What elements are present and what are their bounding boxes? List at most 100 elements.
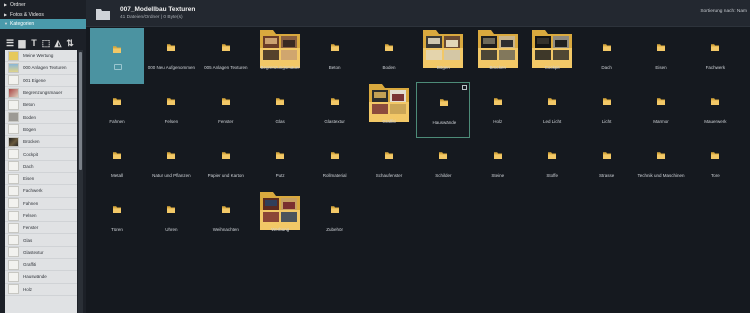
- folder-tile[interactable]: Holz: [471, 82, 525, 138]
- folder-tile[interactable]: Glas: [253, 82, 307, 138]
- folder-icon: [330, 152, 339, 159]
- category-thumbnail: [8, 259, 19, 270]
- folder-icon: [602, 98, 611, 105]
- folder-tile[interactable]: Türen: [90, 190, 144, 246]
- category-item[interactable]: Felsen: [5, 210, 77, 223]
- folder-tile[interactable]: Hauswände: [416, 82, 471, 138]
- folder-icon: [276, 98, 285, 105]
- category-label: Glas: [23, 237, 33, 243]
- preview-icon[interactable]: [114, 64, 122, 70]
- category-item[interactable]: Fachwerk: [5, 185, 77, 198]
- folder-tile[interactable]: Stoffe: [525, 136, 579, 192]
- category-item[interactable]: 000 Anlagen Texturen: [5, 62, 77, 75]
- folder-tile[interactable]: Marmor: [634, 82, 688, 138]
- folder-tile[interactable]: Licht: [580, 82, 634, 138]
- category-toolbar: ☰ ▆ T ⬚ ◭ ⇅: [5, 37, 81, 49]
- app-window: ▶ Ordner ▶ Fotos & Videos ▼ Kategorien ☰ ▆ T ⬚ ◭ ⇅…: [0, 0, 750, 313]
- folder-icon: [385, 152, 393, 159]
- folder-tile[interactable]: Glastextur: [308, 82, 362, 138]
- folder-tile[interactable]: [90, 28, 144, 84]
- category-item[interactable]: Brücken: [5, 136, 77, 149]
- folder-icon: [167, 206, 176, 213]
- folder-tile[interactable]: Metall: [90, 136, 144, 192]
- category-item[interactable]: Bögen: [5, 124, 77, 137]
- category-item[interactable]: Glastextur: [5, 247, 77, 260]
- category-item[interactable]: Boden: [5, 111, 77, 124]
- folder-tile[interactable]: Putz: [253, 136, 307, 192]
- category-label: Bögen: [23, 126, 37, 132]
- category-item[interactable]: Fahnen: [5, 198, 77, 210]
- category-label: Glastextur: [23, 249, 44, 255]
- category-item[interactable]: Cockpit: [5, 148, 77, 161]
- folder-tile[interactable]: Technik und Maschinen: [634, 136, 688, 192]
- sidebar-section-1[interactable]: ▶ Fotos & Videos: [0, 10, 86, 20]
- folder-tile[interactable]: Natur und Pflanzen: [144, 136, 198, 192]
- folder-tile[interactable]: Felsen: [144, 82, 198, 138]
- paint-icon[interactable]: ◭: [53, 38, 63, 48]
- folder-tile[interactable]: Mauerwerk: [688, 82, 742, 138]
- folder-icon: [493, 152, 502, 159]
- folder-tile[interactable]: Cockpit: [525, 28, 579, 84]
- category-item[interactable]: Fenster: [5, 222, 77, 235]
- folder-tile[interactable]: Graffiti: [362, 82, 416, 138]
- folder-tile[interactable]: Boden: [362, 28, 416, 84]
- folder-tile[interactable]: Schaufenster: [362, 136, 416, 192]
- category-thumbnail: [8, 222, 19, 233]
- folder-tile[interactable]: Begrenzungsmauer: [253, 28, 307, 84]
- menu-icon[interactable]: ☰: [5, 38, 15, 48]
- category-scrollbar-thumb[interactable]: [79, 52, 82, 170]
- folder-tile[interactable]: Brücken: [471, 28, 525, 84]
- folder-icon: [440, 99, 449, 106]
- folder-tile[interactable]: Uhren: [144, 190, 198, 246]
- folder-tile[interactable]: Steine: [471, 136, 525, 192]
- folder-tile[interactable]: Papier und Karton: [199, 136, 253, 192]
- folder-tile[interactable]: Beton: [308, 28, 362, 84]
- folder-tile[interactable]: Zubehör: [308, 190, 362, 246]
- folder-tile[interactable]: Fenster: [199, 82, 253, 138]
- folder-tile[interactable]: 000 Neu Aufgenommen: [144, 28, 198, 84]
- category-item[interactable]: Begrenzungsmauer: [5, 87, 77, 100]
- sidebar-section-label: Kategorien: [10, 21, 35, 27]
- select-checkbox[interactable]: [462, 85, 468, 90]
- category-item[interactable]: Graffiti: [5, 259, 77, 272]
- category-item[interactable]: Glas: [5, 234, 77, 247]
- sidebar-section-label: Fotos & Videos: [10, 11, 44, 18]
- category-label: Beton: [23, 102, 35, 108]
- folder-tile[interactable]: Fahnen: [90, 82, 144, 138]
- folder-tile[interactable]: 005 Anlagen Texturen: [199, 28, 253, 84]
- category-label: Fahnen: [23, 200, 39, 206]
- folder-icon: [113, 206, 121, 213]
- text-icon[interactable]: T: [29, 38, 39, 48]
- folder-tile[interactable]: Tore: [688, 136, 742, 192]
- category-item[interactable]: Dach: [5, 161, 77, 173]
- folder-tile[interactable]: Eisen: [634, 28, 688, 84]
- folder-icon: [493, 98, 502, 105]
- folder-tile[interactable]: Strasse: [580, 136, 634, 192]
- sort-dropdown[interactable]: Sortierung nach: Nam: [700, 9, 747, 14]
- folder-tile[interactable]: Schilder: [416, 136, 470, 192]
- category-item[interactable]: Holz: [5, 284, 77, 296]
- sort-icon[interactable]: ⇅: [65, 38, 75, 48]
- category-item[interactable]: Meine Wertung: [5, 50, 77, 63]
- folder-tile[interactable]: Dach: [580, 28, 634, 84]
- category-label: Eisen: [23, 176, 35, 182]
- category-item[interactable]: Eisen: [5, 173, 77, 186]
- folder-icon: [276, 152, 285, 159]
- category-item[interactable]: Beton: [5, 99, 77, 112]
- new-folder-icon[interactable]: ▆: [17, 38, 27, 48]
- category-item[interactable]: 001 Eigene: [5, 75, 77, 87]
- folder-tile[interactable]: Werbung: [253, 190, 307, 246]
- sidebar-section-0[interactable]: ▶ Ordner: [0, 0, 86, 10]
- folder-tile[interactable]: Led Licht: [525, 82, 579, 138]
- tag-icon[interactable]: ⬚: [41, 38, 51, 48]
- folder-tile[interactable]: Weihnachten: [199, 190, 253, 246]
- folder-tile[interactable]: Rollmaterial: [308, 136, 362, 192]
- category-thumbnail: [8, 62, 19, 73]
- category-thumbnail: [8, 136, 19, 147]
- sidebar-section-2[interactable]: ▼ Kategorien: [0, 19, 86, 29]
- category-thumbnail: [8, 198, 19, 209]
- folder-icon: [657, 44, 665, 51]
- category-item[interactable]: Hauswände: [5, 271, 77, 284]
- folder-tile[interactable]: Fachwerk: [688, 28, 742, 84]
- folder-tile[interactable]: Bögen: [416, 28, 470, 84]
